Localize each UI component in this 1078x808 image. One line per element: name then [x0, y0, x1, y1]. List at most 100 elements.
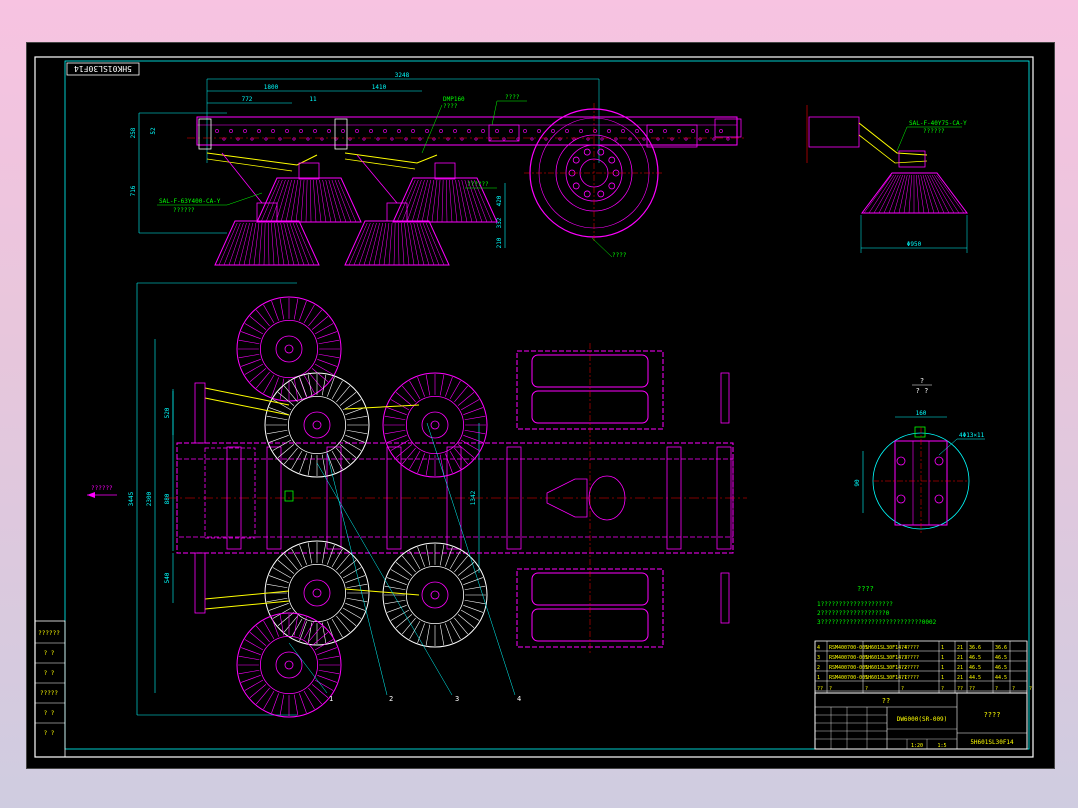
- parts-list-cell: RSM400700-001: [829, 665, 868, 671]
- svg-text:DW6000(SR-009): DW6000(SR-009): [897, 716, 948, 723]
- outer-frame: [34, 56, 1034, 758]
- code-stamp: 5HK01SL30F14: [66, 62, 140, 76]
- svg-text:1800: 1800: [264, 84, 279, 91]
- parts-list-cell: RSM400700-001: [829, 675, 868, 681]
- parts-list-cell: ??????: [901, 655, 919, 661]
- svg-text:??????: ??????: [467, 181, 489, 188]
- brush-disk: [382, 542, 488, 648]
- svg-text:520: 520: [164, 407, 171, 418]
- parts-list-header: ?: [829, 686, 832, 692]
- parts-list-header: ??: [817, 686, 823, 692]
- svg-text:?????: ?????: [40, 690, 58, 697]
- detail-view: Φ950 SAL-F-40Y75-CA-Y ??????: [806, 105, 968, 253]
- svg-text:772: 772: [242, 96, 253, 103]
- parts-list-cell: ??????: [901, 665, 919, 671]
- svg-text:? ?: ? ?: [916, 387, 929, 395]
- parts-list-cell: 1: [941, 665, 944, 671]
- parts-list-header: ??: [969, 686, 975, 692]
- parts-list-cell: 36.6: [995, 645, 1007, 651]
- svg-text:1: 1: [329, 695, 333, 703]
- brush-disk: [264, 540, 370, 646]
- parts-list-header: ?: [941, 686, 944, 692]
- parts-list-cell: 46.5: [995, 665, 1007, 671]
- parts-list-cell: 36.6: [969, 645, 981, 651]
- svg-text:??????: ??????: [173, 207, 195, 214]
- svg-text:716: 716: [130, 185, 137, 196]
- parts-list-cell: 4: [817, 645, 820, 651]
- parts-list-cell: 1: [941, 675, 944, 681]
- svg-text:3????????????????????????????0: 3????????????????????????????0002: [817, 619, 937, 626]
- parts-list-cell: 44.5: [969, 675, 981, 681]
- parts-list-cell: 44.5: [995, 675, 1007, 681]
- svg-text:4Φ13×11: 4Φ13×11: [959, 432, 985, 439]
- technical-notes: ???? 1???????????????????? 2????????????…: [817, 585, 937, 626]
- svg-text:1410: 1410: [372, 84, 387, 91]
- parts-list-cell: RSM400700-001: [829, 645, 868, 651]
- svg-text:DMP160: DMP160: [443, 96, 465, 103]
- svg-text:????: ????: [984, 711, 1001, 719]
- plan-view: 3445 2300 880 520 540 1 3 4 2 ?????? 1 2 3 …: [87, 282, 747, 718]
- svg-text:52: 52: [150, 127, 157, 135]
- svg-text:1:20: 1:20: [911, 743, 923, 749]
- parts-list-cell: 46.5: [969, 665, 981, 671]
- section-view: ? ? ? 160 90 4Φ13×11: [854, 377, 985, 535]
- svg-text:420: 420: [496, 195, 503, 206]
- parts-list-header: ?: [995, 686, 998, 692]
- parts-list-cell: RSM400700-001: [829, 655, 868, 661]
- svg-text:1????????????????????: 1????????????????????: [817, 601, 893, 608]
- svg-text:????: ????: [857, 585, 874, 593]
- svg-text:??????: ??????: [91, 485, 113, 492]
- svg-text:????: ????: [443, 103, 458, 110]
- svg-text:?: ?: [920, 377, 924, 385]
- svg-text:160: 160: [916, 410, 927, 417]
- brush-disk: [236, 612, 342, 718]
- parts-list-cell: 21: [957, 675, 963, 681]
- svg-text:SAL-F-40Y75-CA-Y: SAL-F-40Y75-CA-Y: [909, 120, 967, 127]
- brush-disk: [382, 372, 488, 478]
- svg-text:2300: 2300: [146, 491, 153, 506]
- chassis-rail: [196, 116, 738, 146]
- parts-list-cell: 1: [941, 655, 944, 661]
- svg-text:? ?: ? ?: [44, 670, 55, 677]
- svg-text:2??????????????????0: 2??????????????????0: [817, 610, 890, 617]
- parts-list-cell: 3: [817, 655, 820, 661]
- svg-text:3445: 3445: [128, 491, 135, 506]
- cad-drawing-sheet: 5HK01SL30F14 ?????? ? ? ? ? ????? ? ? ? …: [26, 42, 1055, 769]
- parts-list-header: ??: [957, 686, 963, 692]
- svg-text:? ?: ? ?: [44, 650, 55, 657]
- svg-text:4: 4: [517, 695, 521, 703]
- svg-text:Φ950: Φ950: [907, 241, 922, 248]
- parts-list-cell: 1: [817, 675, 820, 681]
- parts-list-cell: 21: [957, 655, 963, 661]
- parts-list-cell: 21: [957, 665, 963, 671]
- svg-text:2: 2: [389, 695, 393, 703]
- svg-text:SAL-F-63Y400-CA-Y: SAL-F-63Y400-CA-Y: [159, 198, 221, 205]
- parts-list-cell: 1: [941, 645, 944, 651]
- svg-text:??????: ??????: [923, 128, 945, 135]
- parts-list-header: ?: [901, 686, 904, 692]
- parts-list-cell: 2: [817, 665, 820, 671]
- svg-text:????: ????: [505, 94, 520, 101]
- parts-list-cell: 21: [957, 645, 963, 651]
- svg-text:3: 3: [455, 695, 459, 703]
- side-view: 3248 1800 1410 772 11 258 52 716 420 332…: [130, 72, 747, 266]
- parts-list-header: ?: [1029, 686, 1032, 692]
- parts-list-cell: 46.5: [995, 655, 1007, 661]
- svg-text:? ?: ? ?: [44, 730, 55, 737]
- brush-disk: [236, 296, 342, 402]
- parts-list-cell: ??????: [901, 645, 919, 651]
- svg-text:880: 880: [164, 493, 171, 504]
- svg-text:3248: 3248: [395, 72, 410, 79]
- svg-text:90: 90: [854, 479, 861, 487]
- svg-text:540: 540: [164, 572, 171, 583]
- rear-wheel: [524, 103, 664, 243]
- svg-text:210: 210: [496, 237, 503, 248]
- svg-text:11: 11: [309, 96, 317, 103]
- svg-text:??: ??: [882, 697, 890, 705]
- svg-text:??????: ??????: [38, 630, 60, 637]
- svg-text:? ?: ? ?: [44, 710, 55, 717]
- title-block: ?? DW6000(SR-009) ???? 5H601SL30F14 1:20…: [814, 692, 1028, 750]
- svg-text:1:5: 1:5: [937, 743, 946, 749]
- parts-list-header: ?: [865, 686, 868, 692]
- parts-list-header: ?: [1012, 686, 1015, 692]
